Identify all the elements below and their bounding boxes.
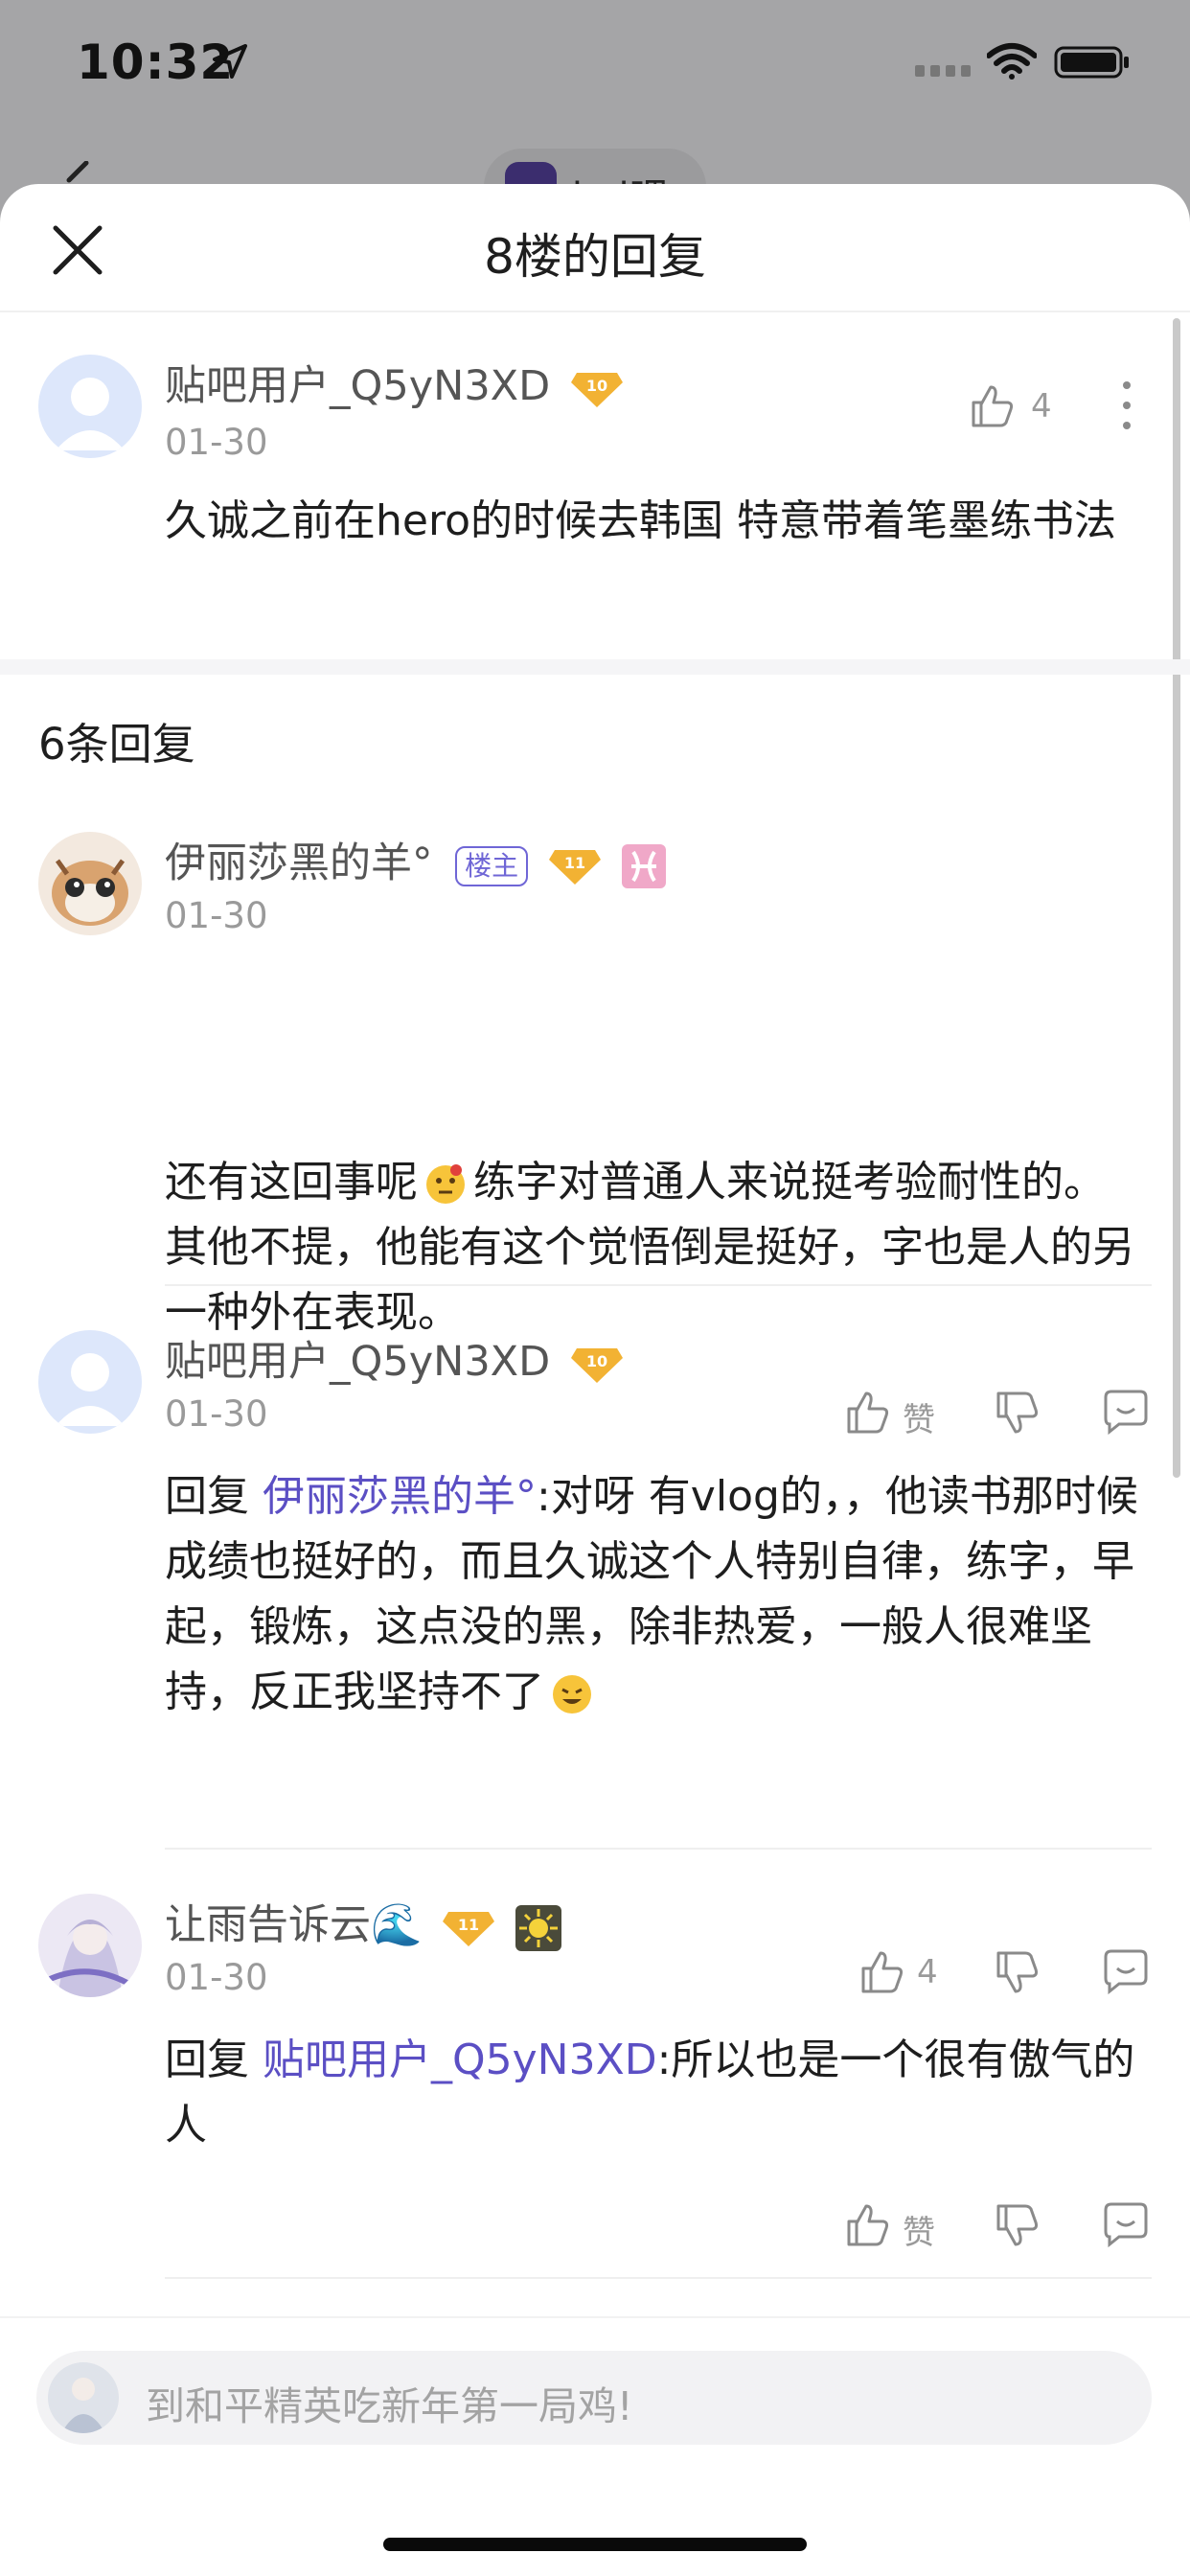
mention-link[interactable]: 伊丽莎黑的羊° bbox=[263, 1472, 537, 1521]
cellular-signal-icon bbox=[915, 65, 971, 77]
my-avatar bbox=[48, 2362, 119, 2433]
username[interactable]: 伊丽莎黑的羊° 楼主 11 bbox=[165, 830, 666, 889]
reply-content-part: 还有这回事呢 bbox=[165, 1158, 418, 1207]
sheet-header: 8楼的回复 bbox=[0, 184, 1190, 312]
default-avatar-icon bbox=[38, 1330, 142, 1434]
comment-icon[interactable] bbox=[1102, 1947, 1150, 1995]
reply-date: 01-30 bbox=[165, 1393, 268, 1435]
thumbs-up-icon bbox=[847, 2204, 889, 2246]
username-text: 贴吧用户_Q5yN3XD bbox=[165, 1338, 551, 1386]
anime-avatar-icon bbox=[38, 1894, 142, 1997]
like-button[interactable]: 赞 bbox=[843, 1388, 949, 1439]
reply-divider bbox=[165, 2277, 1152, 2279]
level-number: 10 bbox=[586, 1352, 607, 1370]
reply-content: 回复 贴吧用户_Q5yN3XD:所以也是一个很有傲气的人 bbox=[165, 2028, 1142, 2158]
username[interactable]: 贴吧用户_Q5yN3XD 10 bbox=[165, 1328, 625, 1388]
reply-divider bbox=[165, 1848, 1152, 1850]
section-divider bbox=[0, 659, 1190, 675]
level-number: 11 bbox=[564, 854, 585, 872]
comment-icon[interactable] bbox=[1102, 1388, 1150, 1436]
scrollbar[interactable] bbox=[1173, 318, 1180, 1478]
like-label: 赞 bbox=[903, 2214, 935, 2252]
reply-sheet: 8楼的回复 贴吧用户_Q5yN3XD 10 01-30 4 久诚之前在hero的… bbox=[0, 184, 1190, 2576]
comment-icon[interactable] bbox=[1102, 2200, 1150, 2248]
pisces-badge-icon bbox=[621, 843, 666, 888]
like-button[interactable]: 赞 bbox=[843, 2200, 949, 2252]
avatar[interactable] bbox=[38, 355, 142, 458]
reply-date: 01-30 bbox=[165, 1957, 268, 1998]
home-indicator bbox=[383, 2538, 807, 2551]
username-text: 让雨告诉云🌊 bbox=[165, 1901, 423, 1949]
wifi-icon bbox=[987, 43, 1037, 80]
reply-divider bbox=[165, 1284, 1152, 1286]
post-content: 久诚之前在hero的时候去韩国 特意带着笔墨练书法 bbox=[165, 496, 1116, 545]
thumbs-down-icon[interactable] bbox=[993, 2202, 1041, 2250]
input-placeholder: 到和平精英吃新年第一局鸡! bbox=[146, 2383, 633, 2429]
username[interactable]: 贴吧用户_Q5yN3XD 10 bbox=[165, 353, 625, 412]
post-date: 01-30 bbox=[165, 422, 268, 463]
grinning-sweat-emoji-icon bbox=[553, 1675, 591, 1714]
level-number: 10 bbox=[586, 377, 607, 395]
user-avatar-icon bbox=[48, 2362, 119, 2433]
op-tag: 楼主 bbox=[455, 845, 529, 886]
battery-icon bbox=[1054, 46, 1129, 79]
thumbs-up-icon bbox=[861, 1951, 904, 1993]
like-count: 4 bbox=[1031, 387, 1052, 426]
reply-content: 回复 伊丽莎黑的羊°:对呀 有vlog的，，他读书那时候成绩也挺好的，而且久诚这… bbox=[165, 1464, 1142, 1725]
username[interactable]: 让雨告诉云🌊 11 bbox=[165, 1892, 561, 1951]
level-badge-icon: 10 bbox=[570, 1347, 623, 1383]
default-avatar-icon bbox=[38, 355, 142, 458]
mention-link[interactable]: 贴吧用户_Q5yN3XD bbox=[263, 2036, 657, 2084]
reply-prefix: 回复 bbox=[165, 1472, 249, 1521]
username-text: 贴吧用户_Q5yN3XD bbox=[165, 362, 551, 410]
like-count: 4 bbox=[917, 1953, 938, 1991]
like-label: 赞 bbox=[903, 1401, 935, 1439]
status-bar: 10:32 bbox=[0, 0, 1190, 134]
sun-badge-icon bbox=[515, 1904, 561, 1951]
level-number: 11 bbox=[458, 1916, 479, 1934]
like-button[interactable]: 4 bbox=[968, 381, 1064, 429]
username-text: 伊丽莎黑的羊° bbox=[165, 840, 433, 887]
level-badge-icon: 11 bbox=[443, 1911, 495, 1946]
thumbs-down-icon[interactable] bbox=[993, 1390, 1041, 1438]
reply-content: 还有这回事呢 练字对普通人来说挺考验耐性的。其他不提，他能有这个觉悟倒是挺好，字也… bbox=[165, 1150, 1142, 1346]
avatar[interactable] bbox=[38, 832, 142, 935]
thumbs-up-icon bbox=[847, 1392, 889, 1434]
thinking-emoji-icon bbox=[426, 1164, 465, 1204]
level-badge-icon: 10 bbox=[570, 372, 623, 407]
more-options-icon[interactable] bbox=[1117, 380, 1136, 431]
thumbs-up-icon bbox=[972, 385, 1014, 427]
reply-prefix: 回复 bbox=[165, 2036, 249, 2084]
reply-date: 01-30 bbox=[165, 895, 268, 936]
avatar[interactable] bbox=[38, 1894, 142, 1997]
reply-input[interactable]: 到和平精英吃新年第一局鸡! bbox=[36, 2351, 1152, 2445]
reply-count: 6条回复 bbox=[38, 719, 195, 770]
like-button[interactable]: 4 bbox=[858, 1947, 944, 1995]
avatar[interactable] bbox=[38, 1330, 142, 1434]
sheet-title: 8楼的回复 bbox=[484, 229, 706, 285]
op-tag-label: 楼主 bbox=[465, 849, 519, 882]
location-arrow-icon bbox=[213, 44, 247, 79]
level-badge-icon: 11 bbox=[548, 849, 601, 885]
thumbs-down-icon[interactable] bbox=[993, 1949, 1041, 1997]
hamster-avatar-icon bbox=[38, 832, 142, 935]
